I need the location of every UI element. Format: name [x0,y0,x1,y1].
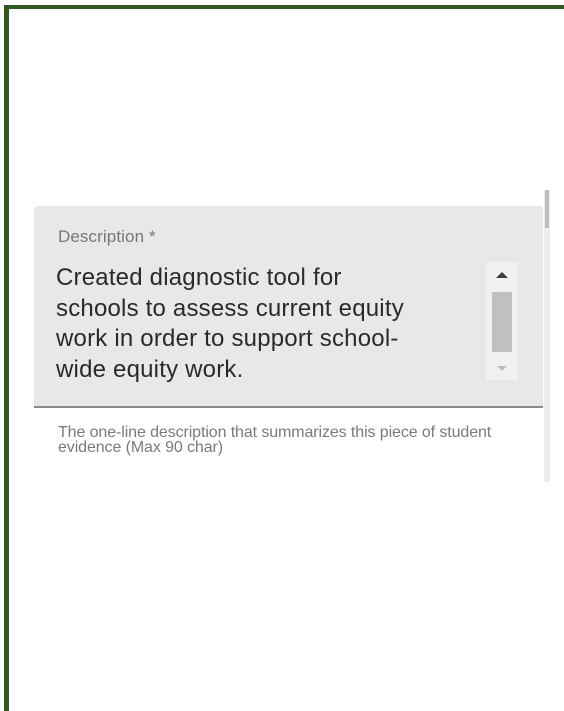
page-scrollbar-thumb[interactable] [545,190,549,228]
scroll-up-arrow-icon[interactable] [496,272,508,278]
description-helper-text: The one-line description that summarizes… [58,424,492,456]
frame-border-left [4,5,9,711]
frame-border-top [4,5,564,9]
description-textarea[interactable]: Created diagnostic tool for schools to a… [56,263,476,385]
page-frame: Description * Created diagnostic tool fo… [0,0,564,711]
scroll-down-arrow-icon[interactable] [497,366,507,371]
description-label: Description * [58,227,156,246]
page-scrollbar[interactable] [544,190,550,482]
description-field[interactable]: Description * Created diagnostic tool fo… [34,206,543,407]
textarea-scrollbar[interactable] [486,262,518,380]
textarea-scrollbar-thumb[interactable] [492,292,512,352]
description-field-underline [34,406,543,408]
